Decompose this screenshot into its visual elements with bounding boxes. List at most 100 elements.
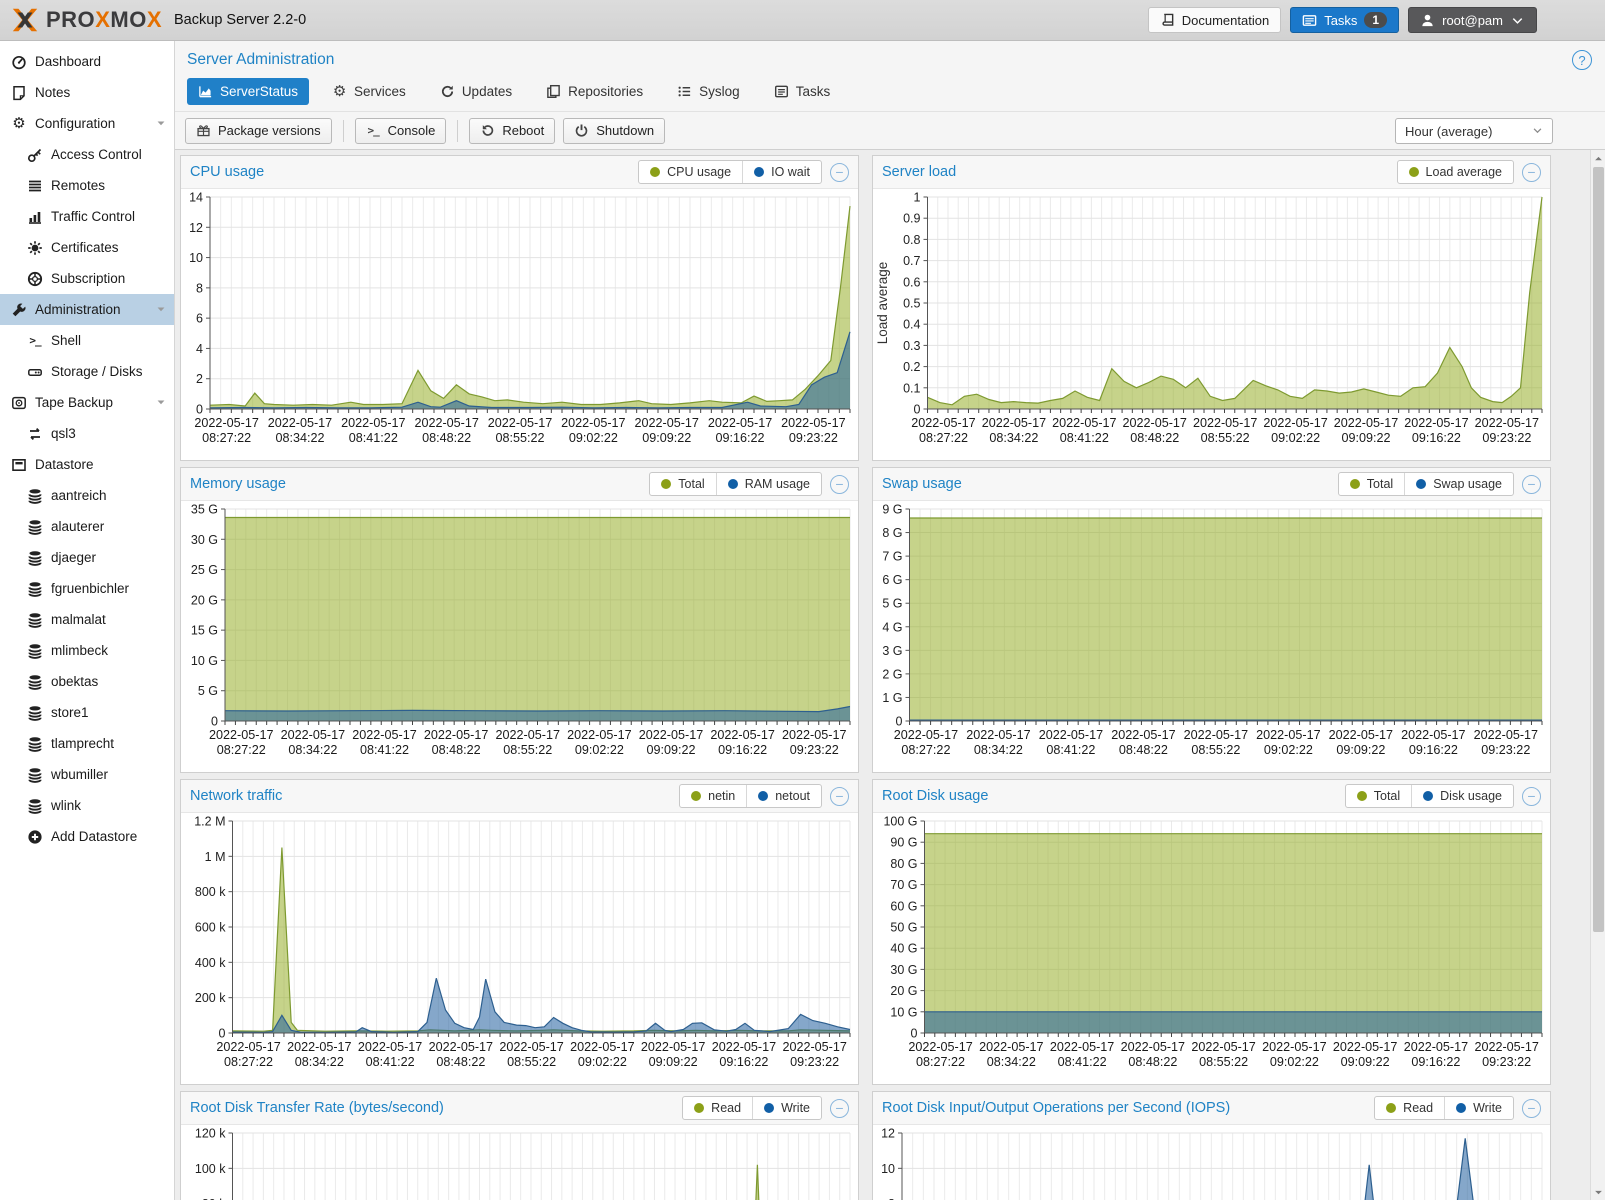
legend-item-total[interactable]: Total	[650, 473, 715, 495]
chart-panel-iops: Root Disk Input/Output Operations per Se…	[872, 1091, 1551, 1200]
legend-item-swap-usage[interactable]: Swap usage	[1404, 473, 1513, 495]
sidebar-item-wbumiller[interactable]: wbumiller	[0, 759, 174, 790]
sidebar-item-remotes[interactable]: Remotes	[0, 170, 174, 201]
legend-item-total[interactable]: Total	[1346, 785, 1411, 807]
svg-text:2022-05-17: 2022-05-17	[1256, 728, 1320, 742]
database-icon	[27, 550, 43, 566]
legend-item-read[interactable]: Read	[1375, 1097, 1444, 1119]
sidebar-item-add-datastore[interactable]: Add Datastore	[0, 821, 174, 852]
svg-text:25 G: 25 G	[191, 563, 218, 577]
legend-item-total[interactable]: Total	[1339, 473, 1404, 495]
legend-item-read[interactable]: Read	[683, 1097, 752, 1119]
collapse-panel-icon[interactable]: −	[830, 787, 849, 806]
svg-text:08:34:22: 08:34:22	[974, 743, 1023, 757]
sidebar-item-label: wbumiller	[51, 767, 108, 782]
sidebar-item-malmalat[interactable]: malmalat	[0, 604, 174, 635]
caret-down-icon[interactable]	[156, 395, 166, 410]
collapse-panel-icon[interactable]: −	[830, 163, 849, 182]
list-bars-icon	[27, 178, 43, 194]
chart-panel-rootdisk: Root Disk usageTotalDisk usage−100 G90 G…	[872, 779, 1551, 1085]
legend-item-write[interactable]: Write	[752, 1097, 821, 1119]
sidebar-item-fgruenbichler[interactable]: fgruenbichler	[0, 573, 174, 604]
svg-text:2022-05-17: 2022-05-17	[894, 728, 958, 742]
sidebar-item-datastore[interactable]: Datastore	[0, 449, 174, 480]
sidebar-item-alauterer[interactable]: alauterer	[0, 511, 174, 542]
user-menu-button[interactable]: root@pam	[1408, 7, 1537, 33]
chart-legend: ReadWrite	[1374, 1096, 1514, 1120]
tab-serverstatus[interactable]: ServerStatus	[187, 78, 309, 105]
sidebar-item-storage-disks[interactable]: Storage / Disks	[0, 356, 174, 387]
svg-text:08:55:22: 08:55:22	[496, 431, 545, 445]
svg-text:0.7: 0.7	[903, 254, 920, 268]
help-icon[interactable]: ?	[1572, 50, 1592, 70]
collapse-panel-icon[interactable]: −	[1522, 163, 1541, 182]
blue-series-dot-icon	[758, 791, 768, 801]
sidebar-item-notes[interactable]: Notes	[0, 77, 174, 108]
tab-repositories[interactable]: Repositories	[535, 78, 654, 105]
database-icon	[27, 519, 43, 535]
chart-legend: TotalRAM usage	[649, 472, 822, 496]
legend-item-disk-usage[interactable]: Disk usage	[1411, 785, 1513, 807]
console-button[interactable]: >_Console	[355, 118, 447, 144]
svg-text:2022-05-17: 2022-05-17	[1404, 1040, 1468, 1054]
collapse-panel-icon[interactable]: −	[1522, 475, 1541, 494]
svg-text:0.3: 0.3	[903, 339, 920, 353]
legend-item-netout[interactable]: netout	[746, 785, 821, 807]
scroll-down-arrow[interactable]	[1591, 1184, 1605, 1200]
collapse-panel-icon[interactable]: −	[830, 475, 849, 494]
scroll-up-arrow[interactable]	[1591, 150, 1605, 166]
list-ul-icon	[677, 84, 692, 99]
timeframe-select[interactable]: Hour (average)	[1395, 118, 1553, 144]
svg-text:4 G: 4 G	[882, 620, 902, 634]
svg-text:09:09:22: 09:09:22	[1341, 431, 1390, 445]
tab-tasks[interactable]: Tasks	[763, 78, 842, 105]
legend-item-ram-usage[interactable]: RAM usage	[716, 473, 821, 495]
sidebar-item-store1[interactable]: store1	[0, 697, 174, 728]
sidebar-item-wlink[interactable]: wlink	[0, 790, 174, 821]
sidebar-item-administration[interactable]: Administration	[0, 294, 174, 325]
package-versions-button[interactable]: Package versions	[185, 118, 332, 144]
collapse-panel-icon[interactable]: −	[830, 1099, 849, 1118]
sidebar-item-access-control[interactable]: Access Control	[0, 139, 174, 170]
plus-circle-icon	[27, 829, 43, 845]
svg-text:2022-05-17: 2022-05-17	[287, 1040, 351, 1054]
legend-item-load-average[interactable]: Load average	[1398, 161, 1513, 183]
sidebar-item-certificates[interactable]: Certificates	[0, 232, 174, 263]
sidebar-item-subscription[interactable]: Subscription	[0, 263, 174, 294]
collapse-panel-icon[interactable]: −	[1522, 1099, 1541, 1118]
legend-item-cpu-usage[interactable]: CPU usage	[639, 161, 742, 183]
toolbar: Package versions>_ConsoleRebootShutdown …	[175, 111, 1605, 149]
sidebar-item-configuration[interactable]: ⚙Configuration	[0, 108, 174, 139]
legend-item-io-wait[interactable]: IO wait	[742, 161, 821, 183]
scroll-thumb[interactable]	[1593, 167, 1604, 932]
reboot-button[interactable]: Reboot	[469, 118, 555, 144]
svg-text:2022-05-17: 2022-05-17	[982, 416, 1046, 430]
documentation-button[interactable]: Documentation	[1148, 7, 1281, 33]
sidebar-item-shell[interactable]: >_Shell	[0, 325, 174, 356]
load-chart: 10.90.80.70.60.50.40.30.20.102022-05-170…	[873, 189, 1550, 461]
sidebar-item-tape-backup[interactable]: Tape Backup	[0, 387, 174, 418]
sidebar-item-obektas[interactable]: obektas	[0, 666, 174, 697]
svg-text:0: 0	[211, 715, 218, 729]
sidebar-item-aantreich[interactable]: aantreich	[0, 480, 174, 511]
tab-label: Syslog	[699, 84, 740, 99]
sidebar-item-dashboard[interactable]: Dashboard	[0, 46, 174, 77]
sidebar-item-qsl3[interactable]: qsl3	[0, 418, 174, 449]
caret-down-icon[interactable]	[156, 116, 166, 131]
tasks-button[interactable]: Tasks 1	[1290, 7, 1399, 33]
tab-syslog[interactable]: Syslog	[666, 78, 751, 105]
legend-item-write[interactable]: Write	[1444, 1097, 1513, 1119]
collapse-panel-icon[interactable]: −	[1522, 787, 1541, 806]
legend-item-netin[interactable]: netin	[680, 785, 746, 807]
main-area: Server Administration ? ServerStatus⚙Ser…	[175, 41, 1605, 1200]
sidebar-item-djaeger[interactable]: djaeger	[0, 542, 174, 573]
sidebar-item-mlimbeck[interactable]: mlimbeck	[0, 635, 174, 666]
svg-text:90 G: 90 G	[890, 836, 917, 850]
tab-updates[interactable]: Updates	[429, 78, 523, 105]
shutdown-button[interactable]: Shutdown	[563, 118, 665, 144]
sidebar-item-tlamprecht[interactable]: tlamprecht	[0, 728, 174, 759]
caret-down-icon[interactable]	[156, 302, 166, 317]
sidebar-item-traffic-control[interactable]: Traffic Control	[0, 201, 174, 232]
vertical-scrollbar	[1590, 150, 1605, 1200]
tab-services[interactable]: ⚙Services	[321, 78, 417, 105]
